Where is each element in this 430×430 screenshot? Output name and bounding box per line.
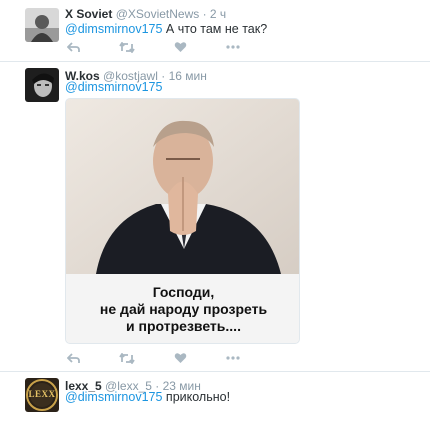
reply-icon [66, 352, 80, 363]
timestamp[interactable]: · 2 ч [203, 7, 227, 21]
caption-line: Господи, [152, 284, 215, 300]
caption-line: не дай народу прозреть [99, 301, 268, 317]
caption-line: и протрезветь.... [126, 318, 241, 334]
reply-button[interactable] [65, 350, 81, 366]
more-dots-icon [226, 356, 240, 360]
avatar-logo-text: LEXX [28, 389, 56, 399]
more-button[interactable] [225, 350, 241, 366]
mention-link[interactable]: @dimsmirnov175 [65, 80, 162, 94]
tweet-text: @dimsmirnov175 прикольно! [65, 390, 230, 405]
avatar[interactable] [25, 68, 59, 102]
tweet-text: @dimsmirnov175 А что там не так? [65, 22, 267, 37]
mention-link[interactable]: @dimsmirnov175 [65, 390, 162, 404]
more-button[interactable] [225, 39, 241, 55]
user-handle[interactable]: @XSovietNews [116, 7, 200, 21]
reply-icon [66, 41, 80, 52]
praying-man-photo [66, 99, 299, 274]
reply-button[interactable] [65, 39, 81, 55]
tweet-actions [65, 39, 245, 55]
like-button[interactable] [172, 350, 188, 366]
like-button[interactable] [172, 39, 188, 55]
retweet-button[interactable] [119, 350, 135, 366]
tweet[interactable]: X Soviet @XSovietNews · 2 ч @dimsmirnov1… [0, 0, 430, 62]
retweet-icon [119, 41, 135, 53]
tweet-text: @dimsmirnov175 [65, 80, 162, 95]
soldier-photo-avatar-icon [25, 8, 59, 42]
avatar[interactable] [25, 8, 59, 42]
display-name[interactable]: X Soviet [65, 7, 112, 21]
retweet-icon [119, 352, 135, 364]
tweet-actions [65, 350, 245, 366]
more-dots-icon [226, 45, 240, 49]
retweet-button[interactable] [119, 39, 135, 55]
image-caption: Господи, не дай народу прозреть и протре… [66, 274, 299, 343]
tweet-media-image[interactable]: Господи, не дай народу прозреть и протре… [65, 98, 300, 344]
heart-icon [174, 42, 186, 52]
face-photo-avatar-icon [25, 68, 59, 102]
timestamp[interactable]: · 16 мин [161, 69, 207, 83]
heart-icon [174, 353, 186, 363]
avatar[interactable]: LEXX [25, 378, 59, 412]
tweet-header: X Soviet @XSovietNews · 2 ч [65, 7, 226, 21]
tweet-body: прикольно! [162, 390, 231, 404]
tweet-body: А что там не так? [162, 22, 268, 36]
tweet[interactable]: LEXX lexx_5 @lexx_5 · 23 мин @dimsmirnov… [0, 372, 430, 430]
mention-link[interactable]: @dimsmirnov175 [65, 22, 162, 36]
